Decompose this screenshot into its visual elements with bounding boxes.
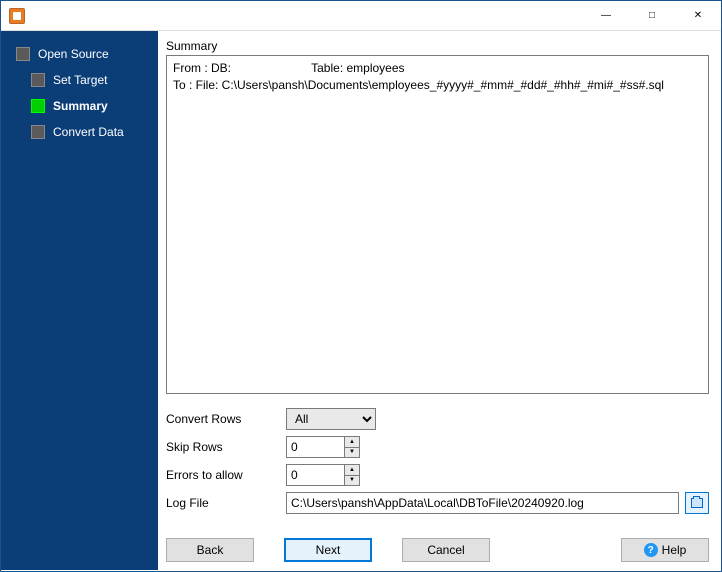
errors-label: Errors to allow [166, 468, 286, 482]
nav-label: Open Source [38, 47, 109, 61]
table-label: Table: employees [311, 61, 404, 75]
spin-down-icon[interactable]: ▼ [345, 448, 359, 458]
skip-rows-label: Skip Rows [166, 440, 286, 454]
step-icon [16, 47, 30, 61]
next-button[interactable]: Next [284, 538, 372, 562]
errors-spinner: ▲ ▼ [286, 464, 360, 486]
logfile-row: Log File [166, 492, 709, 514]
nav-label: Summary [53, 99, 108, 113]
nav-convert-data[interactable]: Convert Data [1, 119, 158, 145]
logfile-input[interactable] [286, 492, 679, 514]
spin-up-icon[interactable]: ▲ [345, 465, 359, 476]
nav-label: Set Target [53, 73, 107, 87]
summary-textbox[interactable]: From : DB: Table: employees To : File: C… [166, 55, 709, 394]
wizard-buttons: Back Next Cancel ? Help [166, 538, 709, 562]
step-icon [31, 125, 45, 139]
help-label: Help [662, 543, 687, 557]
options-panel: Convert Rows All Skip Rows ▲ ▼ Errors to… [166, 408, 709, 520]
convert-rows-row: Convert Rows All [166, 408, 709, 430]
maximize-button[interactable]: □ [629, 1, 675, 31]
back-button[interactable]: Back [166, 538, 254, 562]
errors-input[interactable] [286, 464, 344, 486]
from-db-label: From : DB: [173, 60, 308, 77]
main-panel: Summary From : DB: Table: employees To :… [158, 31, 721, 570]
spin-buttons: ▲ ▼ [344, 464, 360, 486]
app-icon [9, 8, 25, 24]
close-button[interactable]: ✕ [675, 1, 721, 31]
window-controls: ― □ ✕ [583, 1, 721, 31]
logfile-label: Log File [166, 496, 286, 510]
browse-button[interactable] [685, 492, 709, 514]
cancel-button[interactable]: Cancel [402, 538, 490, 562]
nav-label: Convert Data [53, 125, 124, 139]
nav-summary[interactable]: Summary [1, 93, 158, 119]
summary-title: Summary [166, 39, 709, 53]
nav-open-source[interactable]: Open Source [1, 41, 158, 67]
errors-row: Errors to allow ▲ ▼ [166, 464, 709, 486]
summary-from-line: From : DB: Table: employees [173, 60, 702, 77]
minimize-button[interactable]: ― [583, 1, 629, 31]
spin-up-icon[interactable]: ▲ [345, 437, 359, 448]
skip-rows-input[interactable] [286, 436, 344, 458]
summary-to-line: To : File: C:\Users\pansh\Documents\empl… [173, 77, 702, 94]
skip-rows-row: Skip Rows ▲ ▼ [166, 436, 709, 458]
help-icon: ? [644, 543, 658, 557]
sidebar: Open Source Set Target Summary Convert D… [1, 31, 158, 570]
titlebar: ― □ ✕ [1, 1, 721, 31]
folder-icon [691, 498, 703, 508]
content-area: Open Source Set Target Summary Convert D… [1, 31, 721, 570]
skip-rows-spinner: ▲ ▼ [286, 436, 360, 458]
step-icon [31, 99, 45, 113]
help-button[interactable]: ? Help [621, 538, 709, 562]
convert-rows-select[interactable]: All [286, 408, 376, 430]
spin-buttons: ▲ ▼ [344, 436, 360, 458]
spin-down-icon[interactable]: ▼ [345, 476, 359, 486]
convert-rows-label: Convert Rows [166, 412, 286, 426]
step-icon [31, 73, 45, 87]
nav-set-target[interactable]: Set Target [1, 67, 158, 93]
